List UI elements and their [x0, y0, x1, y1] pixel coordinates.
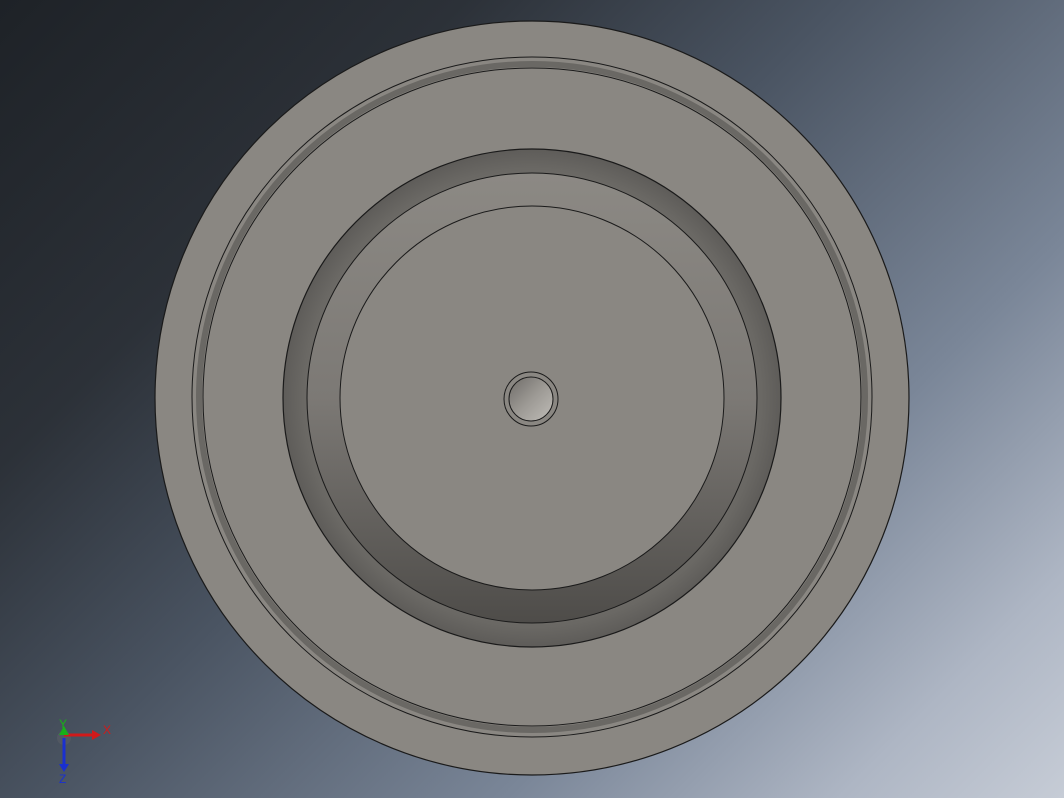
triad-x-arrow-icon	[92, 730, 101, 740]
triad-z-arrow-icon	[59, 764, 69, 772]
triad-y-label: Y	[59, 717, 67, 731]
center-hole	[508, 376, 554, 422]
3d-viewport[interactable]: X Y Z	[0, 0, 1064, 798]
triad-x-label: X	[103, 723, 111, 737]
model-view[interactable]	[0, 0, 1064, 798]
triad-z-label: Z	[59, 772, 66, 786]
axis-triad[interactable]: X Y Z	[48, 716, 118, 786]
